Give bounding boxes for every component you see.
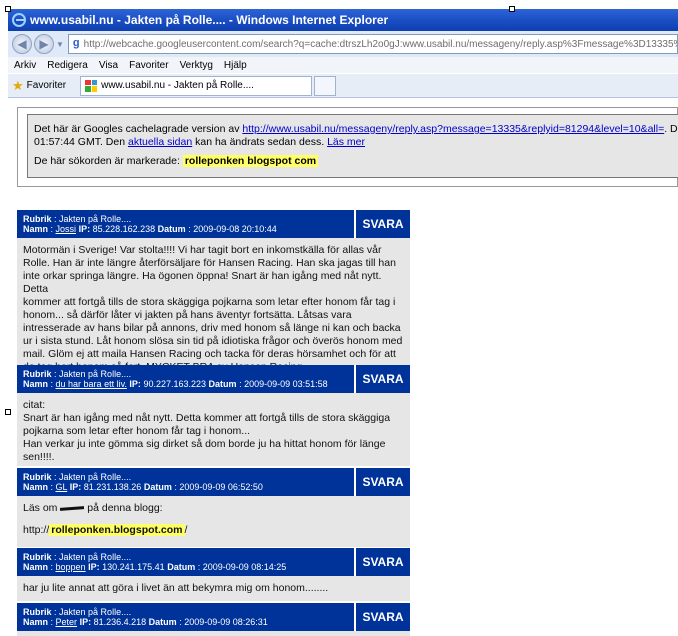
resize-handle-left[interactable] <box>5 409 11 415</box>
window-title-bar[interactable]: www.usabil.nu - Jakten på Rolle.... - Wi… <box>8 9 678 31</box>
highlighted-search-terms: rolleponken blogspot com <box>182 155 319 167</box>
forum-post: Rubrik : Jakten på Rolle.... Namn : GL I… <box>17 468 410 547</box>
window-title: www.usabil.nu - Jakten på Rolle.... - Wi… <box>30 13 389 27</box>
post-text-line: Motormän i Sverige! Var stolta!!!! Vi ha… <box>23 244 382 256</box>
google-favicon-icon: g <box>72 37 80 49</box>
cached-page-link[interactable]: http://www.usabil.nu/messageny/reply.asp… <box>242 123 664 135</box>
forum-post: Rubrik : Jakten på Rolle.... Namn : Joss… <box>17 210 410 373</box>
author-link[interactable]: Jossi <box>56 224 77 234</box>
current-page-link[interactable]: aktuella sidan <box>128 136 192 148</box>
favorites-bar: ★ Favoriter www.usabil.nu - Jakten på Ro… <box>8 74 678 98</box>
post-text-line: sen!!!!. <box>23 451 55 463</box>
post-meta: Rubrik : Jakten på Rolle.... Namn : Joss… <box>23 214 277 234</box>
address-toolbar: ◀ ▶ ▼ g http://webcache.googleuserconten… <box>8 31 678 57</box>
forum-post: Rubrik : Jakten på Rolle.... Namn : du h… <box>17 365 410 466</box>
post-text-line: inte orkar springa längre. Ha ögonen öpp… <box>23 270 382 295</box>
post-text-line: intresserade av hans bilar på annons, dr… <box>23 322 401 334</box>
menu-bar: Arkiv Redigera Visa Favoriter Verktyg Hj… <box>8 57 678 73</box>
menu-visa[interactable]: Visa <box>99 60 118 71</box>
reply-button[interactable]: SVARA <box>354 365 410 393</box>
browser-tab[interactable]: www.usabil.nu - Jakten på Rolle.... <box>80 75 313 96</box>
cache-text: 01:57:44 GMT. Den <box>34 136 126 148</box>
cache-text: Det här är Googles cachelagrade version … <box>34 123 240 135</box>
post-text-line: honom... så därför låter vi jakten på ha… <box>23 309 352 321</box>
menu-redigera[interactable]: Redigera <box>47 60 88 71</box>
menu-verktyg[interactable]: Verktyg <box>180 60 213 71</box>
post-text-line: Han verkar ju inte gömma sig dirket så d… <box>23 438 386 450</box>
post-header: Rubrik : Jakten på Rolle.... Namn : du h… <box>17 365 410 393</box>
forum-post: Rubrik : Jakten på Rolle.... Namn : Pete… <box>17 603 410 636</box>
cache-text: . Det h <box>664 123 678 135</box>
forum-post: Rubrik : Jakten på Rolle.... Namn : bopp… <box>17 548 410 601</box>
post-meta: Rubrik : Jakten på Rolle.... Namn : bopp… <box>23 552 287 572</box>
back-button[interactable]: ◀ <box>12 34 32 54</box>
favorites-button[interactable]: Favoriter <box>27 80 66 91</box>
post-body: har ju lite annat att göra i livet än at… <box>17 576 410 601</box>
post-text-line: Snart är han igång med nåt nytt. Detta k… <box>23 412 391 424</box>
post-text-line: Läs om på denna blogg: <box>23 502 163 514</box>
author-link[interactable]: GL <box>56 482 68 492</box>
post-text-line: ur i sista stund. Låt honom slösa sin ti… <box>23 335 403 347</box>
post-meta: Rubrik : Jakten på Rolle.... Namn : GL I… <box>23 472 263 492</box>
cache-notice: Det här är Googles cachelagrade version … <box>27 114 678 178</box>
post-body: citat: Snart är han igång med nåt nytt. … <box>17 393 410 466</box>
blog-link-line[interactable]: http://rolleponken.blogspot.com / <box>23 524 404 537</box>
post-header: Rubrik : Jakten på Rolle.... Namn : Joss… <box>17 210 410 238</box>
post-meta: Rubrik : Jakten på Rolle.... Namn : Pete… <box>23 607 268 627</box>
post-header: Rubrik : Jakten på Rolle.... Namn : bopp… <box>17 548 410 576</box>
read-more-link[interactable]: Läs mer <box>327 136 365 148</box>
internet-explorer-icon <box>12 13 26 27</box>
post-text-line: Rolle. Han är inte längre återförsäljare… <box>23 257 396 269</box>
forward-button[interactable]: ▶ <box>34 34 54 54</box>
tab-title: www.usabil.nu - Jakten på Rolle.... <box>101 80 254 91</box>
post-text-line: citat: <box>23 399 46 411</box>
new-tab-button[interactable] <box>314 75 337 96</box>
resize-handle-top-left[interactable] <box>5 6 11 12</box>
post-body <box>17 631 410 636</box>
reply-button[interactable]: SVARA <box>354 603 410 631</box>
post-text-line: pojkarna som letar efter honom får tag i… <box>23 425 251 437</box>
address-url: http://webcache.googleusercontent.com/se… <box>83 38 677 50</box>
menu-hjalp[interactable]: Hjälp <box>224 60 247 71</box>
post-header: Rubrik : Jakten på Rolle.... Namn : Pete… <box>17 603 410 631</box>
cache-notice-frame: Det här är Googles cachelagrade version … <box>17 107 678 187</box>
cache-text: kan ha ändrats sedan dess. <box>195 136 325 148</box>
menu-favoriter[interactable]: Favoriter <box>129 60 168 71</box>
post-body: Läs om på denna blogg: http://rolleponke… <box>17 496 410 547</box>
post-text-line: kommer att fortgå tills de stora skäggig… <box>23 296 396 308</box>
author-link[interactable]: boppen <box>56 562 86 572</box>
google-favicon-icon <box>85 79 98 92</box>
redaction-mark <box>60 505 85 511</box>
author-link[interactable]: du har bara ett liv. <box>56 379 127 389</box>
author-link[interactable]: Peter <box>56 617 78 627</box>
post-meta: Rubrik : Jakten på Rolle.... Namn : du h… <box>23 369 328 389</box>
recent-pages-dropdown-icon[interactable]: ▼ <box>56 40 64 49</box>
address-input[interactable]: g http://webcache.googleusercontent.com/… <box>67 34 678 54</box>
resize-handle-top[interactable] <box>509 6 515 12</box>
post-body: Motormän i Sverige! Var stolta!!!! Vi ha… <box>17 238 410 373</box>
reply-button[interactable]: SVARA <box>354 210 410 238</box>
post-text-line: mail. Glöm ej att maila Hansen Racing oc… <box>23 348 396 360</box>
post-header: Rubrik : Jakten på Rolle.... Namn : GL I… <box>17 468 410 496</box>
post-text-line: har ju lite annat att göra i livet än at… <box>23 582 329 594</box>
reply-button[interactable]: SVARA <box>354 548 410 576</box>
favorites-star-icon: ★ <box>12 77 24 93</box>
menu-arkiv[interactable]: Arkiv <box>14 60 36 71</box>
reply-button[interactable]: SVARA <box>354 468 410 496</box>
cache-text: De här sökorden är markerade: <box>34 155 180 167</box>
